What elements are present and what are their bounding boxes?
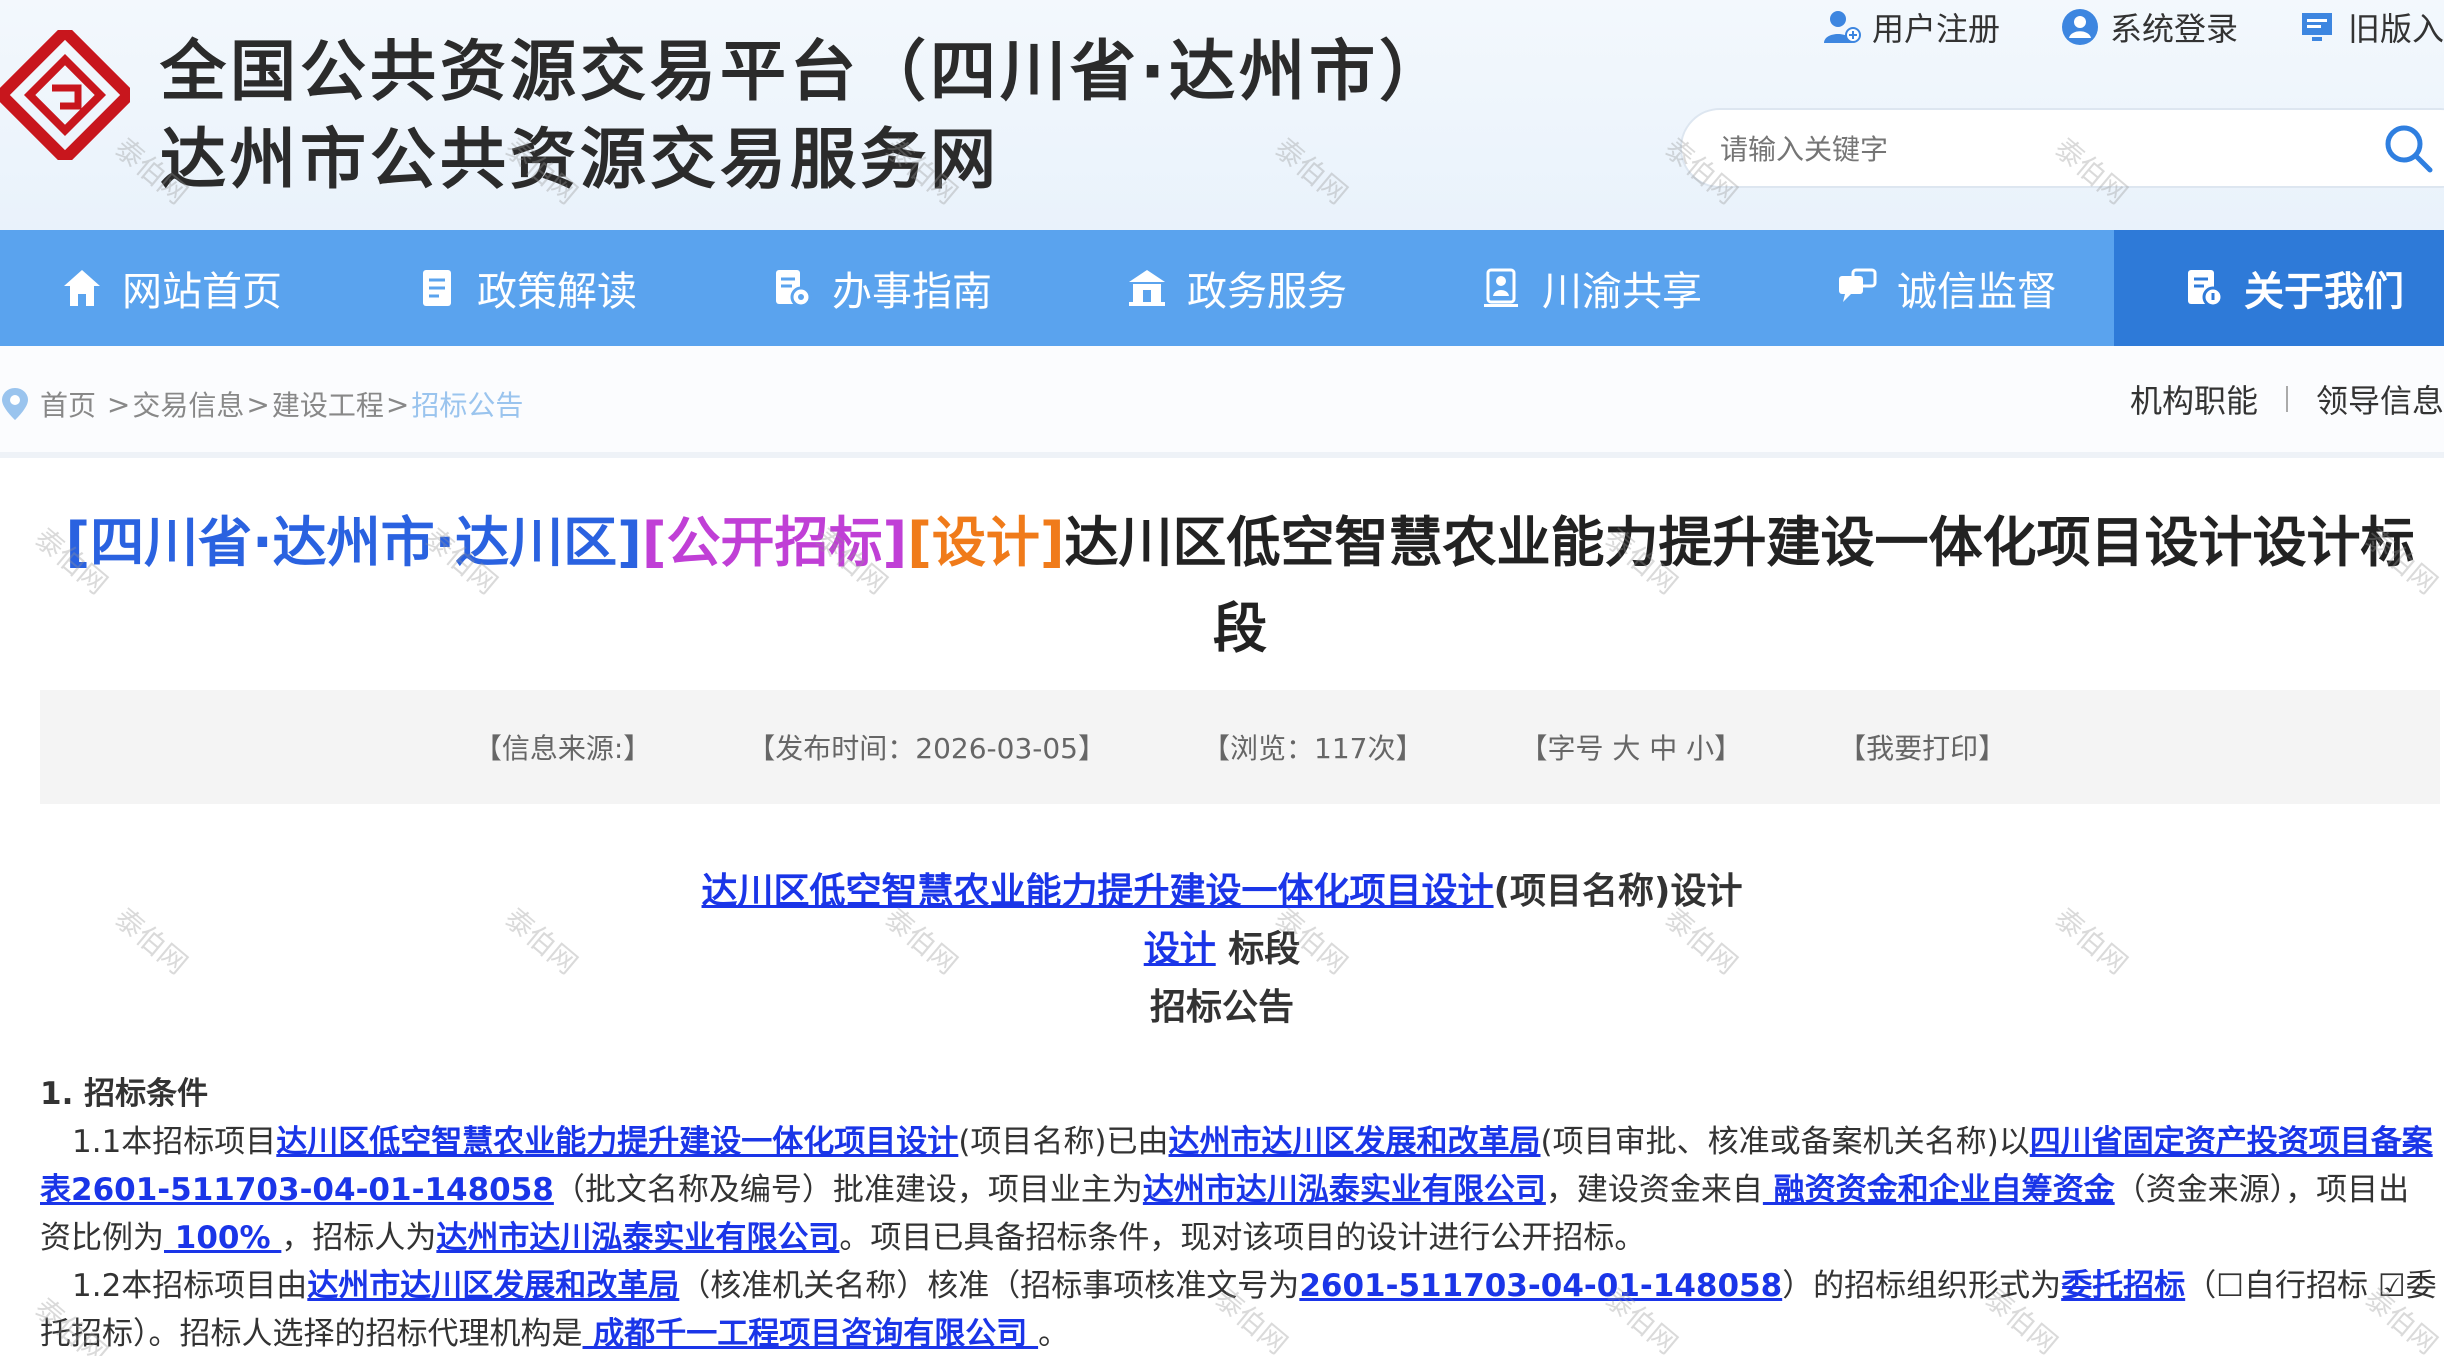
section-line: 设计 标段 bbox=[0, 920, 2444, 972]
link-divider bbox=[2285, 386, 2288, 412]
location-pin-icon bbox=[2, 388, 28, 420]
article-title: [四川省·达州市·达川区][公开招标][设计]达川区低空智慧农业能力提升建设一体… bbox=[60, 500, 2420, 672]
text: （批文名称及编号）批准建设，项目业主为 bbox=[553, 1172, 1143, 1208]
nav-item-label: 川渝共享 bbox=[1542, 269, 1702, 315]
site-logo-icon[interactable] bbox=[0, 30, 130, 160]
search-input[interactable] bbox=[1720, 126, 2320, 172]
site-title-line1: 全国公共资源交易平台（四川省·达州市） bbox=[160, 33, 1450, 110]
breadcrumb-home[interactable]: 首页 bbox=[40, 384, 96, 424]
meta-font-size[interactable]: 【字号 大 中 小】 bbox=[1519, 727, 1742, 767]
project-name-line: 达川区低空智慧农业能力提升建设一体化项目设计(项目名称)设计 bbox=[0, 862, 2444, 914]
nav-item-label: 办事指南 bbox=[832, 269, 992, 315]
nav-item-label: 政务服务 bbox=[1187, 269, 1347, 315]
org-functions-link[interactable]: 机构职能 bbox=[2130, 376, 2258, 422]
meta-source: 【信息来源:】 bbox=[473, 732, 652, 765]
login-link[interactable]: 系统登录 bbox=[2060, 4, 2238, 50]
main-nav: 网站首页 政策解读 办事指南 政务服务 川渝共享 诚信监督 关于我们 bbox=[0, 230, 2444, 346]
method-tag[interactable]: [公开招标] bbox=[642, 511, 907, 574]
section-suffix: 标段 bbox=[1215, 929, 1301, 970]
approval-authority-link[interactable]: 达州市达川区发展和改革局 bbox=[307, 1268, 679, 1304]
person-card-icon bbox=[1484, 268, 1518, 307]
project-owner-link[interactable]: 达州市达川泓泰实业有限公司 bbox=[1143, 1172, 1546, 1208]
login-label: 系统登录 bbox=[2109, 10, 2238, 48]
text: 1.1本招标项目 bbox=[72, 1124, 277, 1160]
search-box bbox=[1680, 108, 2444, 188]
user-circle-icon bbox=[2061, 9, 2098, 45]
register-link[interactable]: 用户注册 bbox=[1822, 4, 2000, 50]
section-link[interactable]: 设计 bbox=[1144, 929, 1216, 970]
nav-item-label: 网站首页 bbox=[122, 269, 282, 315]
user-add-icon bbox=[1823, 11, 1861, 43]
nav-item-services[interactable]: 政务服务 bbox=[1065, 230, 1420, 346]
agency-link[interactable]: 成都千一工程项目咨询有限公司 bbox=[583, 1316, 1039, 1352]
text: ，招标人为 bbox=[281, 1220, 437, 1256]
notice-heading: 招标公告 bbox=[1149, 987, 1294, 1028]
meta-print[interactable]: 【我要打印】 bbox=[1838, 727, 2006, 767]
nav-item-share[interactable]: 川渝共享 bbox=[1420, 230, 1775, 346]
site-title-line2: 达州市公共资源交易服务网 bbox=[160, 121, 1000, 198]
text: 。 bbox=[1038, 1316, 1070, 1352]
chat-bubbles-icon bbox=[1839, 268, 1877, 302]
tender-form-link[interactable]: 委托招标 bbox=[2061, 1268, 2185, 1304]
project-name-link[interactable]: 达川区低空智慧农业能力提升建设一体化项目设计 bbox=[276, 1124, 958, 1160]
breadcrumb-construction[interactable]: 建设工程 bbox=[272, 384, 384, 424]
breadcrumb-current[interactable]: 招标公告 bbox=[411, 384, 523, 424]
title-text: 达川区低空智慧农业能力提升建设一体化项目设计设计标段 bbox=[1064, 511, 2415, 660]
leaders-link[interactable]: 领导信息 bbox=[2316, 376, 2444, 422]
nav-item-label: 政策解读 bbox=[477, 269, 637, 315]
site-header: 全国公共资源交易平台（四川省·达州市） 达州市公共资源交易服务网 用户注册 系统… bbox=[0, 0, 2444, 230]
government-building-icon bbox=[1129, 270, 1165, 306]
section-heading: 1. 招标条件 bbox=[40, 1076, 209, 1112]
old-version-label: 旧版入 bbox=[2347, 10, 2444, 48]
text: 1.2本招标项目由 bbox=[72, 1268, 308, 1304]
nav-item-label: 关于我们 bbox=[2244, 269, 2404, 315]
breadcrumb-separator: > bbox=[246, 387, 270, 421]
project-name-link[interactable]: 达川区低空智慧农业能力提升建设一体化项目设计 bbox=[702, 871, 1494, 912]
fund-source-link[interactable]: 融资资金和企业自筹资金 bbox=[1763, 1172, 2115, 1208]
text: ）的招标组织形式为 bbox=[1782, 1268, 2062, 1304]
text: 。项目已具备招标条件，现对该项目的设计进行公开招标。 bbox=[839, 1220, 1646, 1256]
search-icon[interactable] bbox=[2380, 120, 2436, 176]
tenderer-link[interactable]: 达州市达川泓泰实业有限公司 bbox=[436, 1220, 839, 1256]
file-gear-icon bbox=[776, 270, 812, 308]
document-icon bbox=[423, 270, 451, 306]
meta-views: 【浏览：117次】 bbox=[1202, 732, 1424, 765]
text: (项目名称)已由 bbox=[958, 1124, 1169, 1160]
breadcrumb: 首页 > 交易信息 > 建设工程 > 招标公告 bbox=[0, 384, 523, 424]
approval-number-link[interactable]: 2601-511703-04-01-148058 bbox=[1299, 1268, 1782, 1304]
approval-authority-link[interactable]: 达州市达川区发展和改革局 bbox=[1169, 1124, 1541, 1160]
top-links: 用户注册 系统登录 旧版入 bbox=[1822, 4, 2444, 50]
nav-item-policy[interactable]: 政策解读 bbox=[355, 230, 710, 346]
home-icon bbox=[64, 270, 100, 306]
article-body: 1. 招标条件 1.1本招标项目达川区低空智慧农业能力提升建设一体化项目设计(项… bbox=[40, 1070, 2440, 1356]
nav-item-guide[interactable]: 办事指南 bbox=[710, 230, 1065, 346]
fund-ratio-link[interactable]: 100% bbox=[164, 1220, 281, 1256]
nav-item-label: 诚信监督 bbox=[1897, 269, 2057, 315]
text: （核准机关名称）核准（招标事项核准文号为 bbox=[679, 1268, 1300, 1304]
article-meta-bar: 【信息来源:】 【发布时间：2026-03-05】 【浏览：117次】 【字号 … bbox=[40, 690, 2440, 804]
text: ，建设资金来自 bbox=[1545, 1172, 1763, 1208]
nav-item-home[interactable]: 网站首页 bbox=[0, 230, 355, 346]
text: (项目审批、核准或备案机关名称)以 bbox=[1540, 1124, 2030, 1160]
breadcrumb-right-links: 机构职能 领导信息 bbox=[2130, 376, 2444, 422]
paragraph-1-1: 1.1本招标项目达川区低空智慧农业能力提升建设一体化项目设计(项目名称)已由达州… bbox=[40, 1118, 2440, 1262]
meta-publish-time: 【发布时间：2026-03-05】 bbox=[747, 732, 1106, 765]
breadcrumb-bar: 首页 > 交易信息 > 建设工程 > 招标公告 机构职能 领导信息 bbox=[0, 346, 2444, 458]
category-tag[interactable]: [设计] bbox=[907, 511, 1064, 574]
nav-item-about[interactable]: 关于我们 bbox=[2114, 230, 2444, 346]
breadcrumb-separator: > bbox=[98, 387, 131, 421]
old-version-link[interactable]: 旧版入 bbox=[2298, 4, 2444, 50]
monitor-icon bbox=[2301, 13, 2332, 41]
project-name-suffix: (项目名称)设计 bbox=[1493, 871, 1743, 912]
breadcrumb-separator: > bbox=[385, 387, 410, 421]
paragraph-1-2: 1.2本招标项目由达州市达川区发展和改革局（核准机关名称）核准（招标事项核准文号… bbox=[40, 1262, 2440, 1356]
region-tag[interactable]: [四川省·达州市·达川区] bbox=[65, 511, 641, 574]
nav-item-credit[interactable]: 诚信监督 bbox=[1775, 230, 2130, 346]
breadcrumb-trade-info[interactable]: 交易信息 bbox=[132, 384, 244, 424]
register-label: 用户注册 bbox=[1871, 10, 2000, 48]
info-document-icon bbox=[2188, 270, 2224, 308]
